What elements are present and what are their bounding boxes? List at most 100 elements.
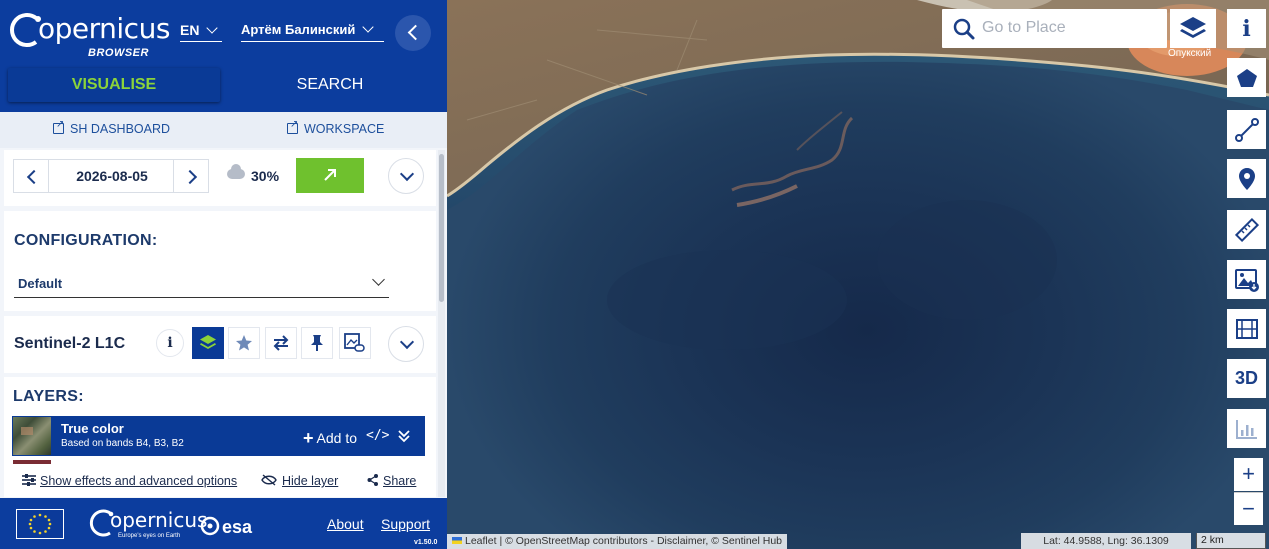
draw-line-button[interactable] [1227, 110, 1266, 149]
draw-polygon-button[interactable] [1227, 58, 1266, 97]
external-links: SH DASHBOARD WORKSPACE [0, 112, 447, 148]
share-link[interactable]: Share [367, 473, 416, 488]
logo-subtitle: BROWSER [88, 47, 149, 59]
esa-text: esa [222, 517, 253, 537]
star-icon [236, 335, 252, 351]
tab-search[interactable]: SEARCH [224, 68, 436, 102]
copernicus-browser-logo[interactable]: opernicus BROWSER [8, 6, 170, 62]
user-menu[interactable]: Артём Балинский [241, 21, 375, 37]
attribution-text: Leaflet | © OpenStreetMap contributors -… [465, 535, 783, 547]
search-icon [953, 18, 975, 40]
timelapse-button[interactable] [1227, 309, 1266, 348]
zoom-in-button[interactable]: + [1234, 458, 1263, 491]
show-effects-label: Show effects and advanced options [40, 474, 238, 488]
info-icon: i [1242, 15, 1251, 42]
user-name: Артём Балинский [241, 22, 356, 37]
layers-title: LAYERS: [13, 388, 84, 405]
language-selector[interactable]: EN [180, 22, 219, 38]
satellite-imagery [447, 0, 1269, 350]
expand-satellite-panel-button[interactable] [388, 326, 424, 362]
image-link-button[interactable] [339, 327, 371, 359]
cloud-coverage-value[interactable]: 30% [251, 168, 279, 184]
search-input[interactable] [982, 17, 1160, 39]
support-link[interactable]: Support [381, 516, 430, 532]
3d-view-button[interactable]: 3D [1227, 359, 1266, 398]
sidebar: opernicus BROWSER EN Артём Балинский VIS… [0, 0, 447, 549]
arrow-up-right-icon [324, 169, 336, 181]
location-pin-icon [1238, 167, 1255, 190]
layer-true-color[interactable]: True color Based on bands B4, B3, B2 + Ad… [12, 416, 425, 456]
copernicus-logo-text: opernicus [110, 508, 208, 532]
statistics-button[interactable] [1227, 409, 1266, 448]
layers-icon [1180, 17, 1206, 38]
configuration-value: Default [18, 276, 63, 291]
version-label: v1.50.0 [414, 539, 438, 546]
workspace-link[interactable]: WORKSPACE [287, 119, 384, 136]
esa-emblem-icon [200, 516, 220, 536]
code-button[interactable]: </> [366, 428, 389, 443]
chevron-down-icon [362, 21, 375, 33]
expand-date-panel-button[interactable] [388, 158, 424, 194]
hide-layer-link[interactable]: Hide layer [261, 473, 338, 488]
layer-thumbnail [13, 417, 51, 455]
show-effects-link[interactable]: Show effects and advanced options [22, 473, 237, 488]
configuration-title: CONFIGURATION: [14, 232, 158, 249]
map-attribution: Leaflet | © OpenStreetMap contributors -… [447, 534, 788, 549]
previous-date-button[interactable] [13, 159, 49, 193]
double-chevron-down-icon [398, 430, 410, 443]
add-to-button[interactable]: + Add to [303, 427, 357, 448]
external-link-icon [53, 119, 64, 134]
next-date-button[interactable] [173, 159, 209, 193]
search-dates-button[interactable] [296, 158, 364, 193]
layer-name: True color [61, 421, 124, 436]
header: opernicus BROWSER EN Артём Балинский VIS… [0, 0, 447, 112]
about-link[interactable]: About [327, 516, 364, 532]
chevron-down-icon [372, 273, 385, 286]
pin-button[interactable] [301, 327, 333, 359]
configuration-panel: CONFIGURATION: Default [4, 211, 436, 311]
eu-flag-logo [16, 509, 64, 539]
compare-button[interactable] [265, 327, 297, 359]
satellite-name: Sentinel-2 L1C [14, 335, 126, 352]
esa-logo: esa [200, 513, 252, 538]
expand-layer-button[interactable] [397, 429, 411, 446]
layer-bands: Based on bands B4, B3, B2 [61, 438, 184, 449]
sh-dashboard-label: SH DASHBOARD [70, 122, 171, 136]
configuration-select[interactable]: Default [14, 271, 389, 298]
go-to-place-search[interactable] [942, 9, 1167, 48]
info-button[interactable]: i [1227, 9, 1266, 48]
chart-icon [1235, 419, 1257, 439]
date-field[interactable]: 2026-08-05 [49, 159, 175, 193]
language-value: EN [180, 22, 200, 38]
layers-icon [200, 335, 216, 349]
satellite-panel: Sentinel-2 L1C i [4, 316, 436, 373]
zoom-out-button[interactable]: − [1234, 492, 1263, 525]
sliders-icon [22, 474, 36, 486]
basemap-layers-button[interactable] [1170, 9, 1216, 48]
map-view[interactable] [447, 0, 1269, 549]
chevron-down-icon [206, 22, 219, 34]
layers-toggle-button[interactable] [192, 327, 224, 359]
collapse-sidebar-button[interactable] [395, 15, 431, 51]
image-download-button[interactable] [1227, 260, 1266, 299]
satellite-info-button[interactable]: i [156, 329, 184, 357]
measure-button[interactable] [1227, 210, 1266, 249]
external-link-icon [287, 119, 298, 134]
layer-actions: Show effects and advanced options Hide l… [4, 464, 436, 497]
favorite-button[interactable] [228, 327, 260, 359]
place-label: Опукский [1168, 48, 1212, 59]
divider [241, 41, 384, 42]
add-to-label: Add to [316, 430, 357, 446]
hide-layer-label: Hide layer [282, 474, 339, 488]
eu-stars-icon [28, 513, 52, 535]
sh-dashboard-link[interactable]: SH DASHBOARD [53, 119, 171, 136]
share-label: Share [383, 474, 417, 488]
copernicus-c-icon [10, 13, 41, 47]
place-marker-button[interactable] [1227, 159, 1266, 198]
pin-icon [311, 335, 323, 351]
plus-icon: + [303, 428, 314, 448]
tab-visualise[interactable]: VISUALISE [8, 68, 220, 102]
ruler-icon [1234, 217, 1259, 242]
sidebar-scrollbar[interactable] [438, 150, 445, 497]
scrollbar-thumb[interactable] [439, 154, 444, 302]
